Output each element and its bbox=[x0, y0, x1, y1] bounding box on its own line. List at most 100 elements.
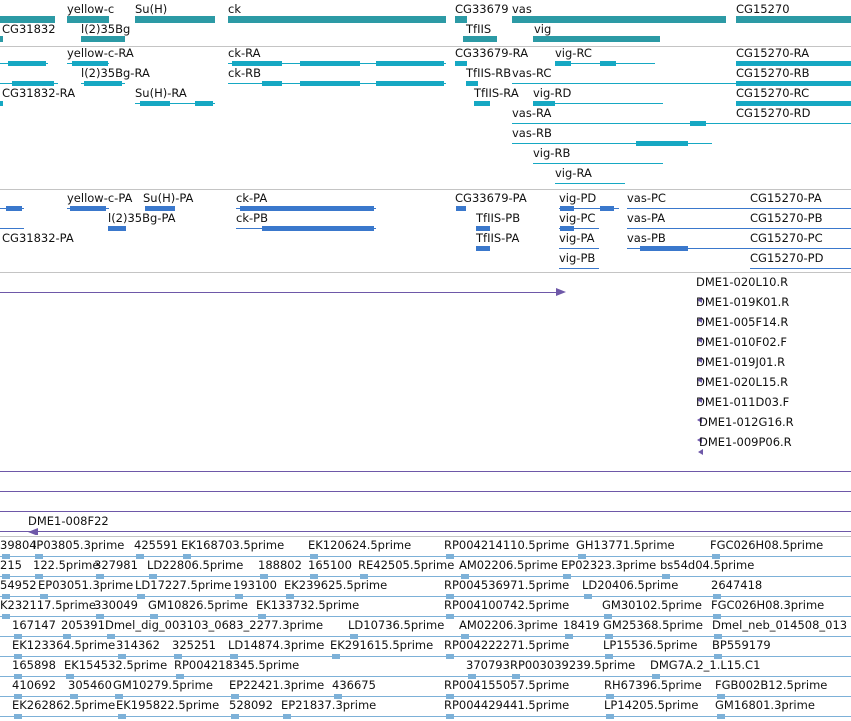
est-label[interactable]: RP004536971.5prime bbox=[444, 579, 569, 592]
est-label[interactable]: 305460 bbox=[68, 679, 112, 692]
transcript-label[interactable]: ck-RA bbox=[228, 47, 261, 60]
transcript-label[interactable]: CG15270-RA bbox=[736, 47, 809, 60]
est-label[interactable]: 314362 bbox=[116, 639, 160, 652]
gene-label[interactable]: CG15270 bbox=[736, 3, 790, 16]
exon[interactable] bbox=[636, 141, 688, 146]
transcript-label[interactable]: TfIIS-RB bbox=[466, 67, 511, 80]
transcript-label[interactable]: vig-RB bbox=[533, 147, 570, 160]
est-label[interactable]: 330049 bbox=[94, 599, 138, 612]
protein-label[interactable]: vig-PA bbox=[559, 232, 595, 245]
est-label[interactable]: 370793 bbox=[466, 659, 510, 672]
est-label[interactable]: DMG7A.2_1.L15.C1 bbox=[650, 659, 760, 672]
est-mark[interactable] bbox=[446, 714, 454, 719]
est-label[interactable]: GM10279.5prime bbox=[113, 679, 213, 692]
est-label[interactable]: EK262862.5prime bbox=[12, 699, 115, 712]
est-label[interactable]: FGC026H08.3prime bbox=[711, 599, 824, 612]
cds[interactable] bbox=[640, 246, 688, 251]
cds[interactable] bbox=[70, 206, 106, 211]
gene-label[interactable]: CG31832 bbox=[2, 23, 56, 36]
est-label[interactable]: Dmel_dig_003103_0683_2277.3prime bbox=[105, 619, 323, 632]
gene-bar[interactable] bbox=[228, 16, 446, 23]
est-label[interactable]: 410692 bbox=[12, 679, 56, 692]
protein-label[interactable]: vig-PD bbox=[559, 192, 596, 205]
transcript-label[interactable]: CG15270-RB bbox=[736, 67, 810, 80]
clone-label[interactable]: DME1-005F14.R bbox=[696, 316, 788, 329]
est-label[interactable]: AM02206.3prime bbox=[459, 619, 558, 632]
transcript-label[interactable]: vig-RD bbox=[533, 87, 571, 100]
est-label[interactable]: EK195822.5prime bbox=[116, 699, 219, 712]
protein-label[interactable]: vas-PA bbox=[627, 212, 665, 225]
est-mark[interactable] bbox=[14, 714, 22, 719]
clone-label[interactable]: DME1-011D03.F bbox=[696, 396, 789, 409]
gene-label[interactable]: TfIIS bbox=[466, 23, 491, 36]
est-label[interactable]: LD20406.5prime bbox=[582, 579, 678, 592]
est-label[interactable]: EK123364.5prime bbox=[12, 639, 115, 652]
est-label[interactable]: GH13771.5prime bbox=[576, 539, 675, 552]
est-label[interactable]: 193100 bbox=[233, 579, 277, 592]
protein-label[interactable]: CG15270-PD bbox=[750, 252, 823, 265]
est-label[interactable]: LD17227.5prime bbox=[135, 579, 231, 592]
est-label[interactable]: LD22806.5prime bbox=[147, 559, 243, 572]
clone-label[interactable]: DME1-008F22 bbox=[28, 515, 109, 528]
est-mark[interactable] bbox=[137, 594, 145, 599]
est-label[interactable]: 436675 bbox=[332, 679, 376, 692]
cds[interactable] bbox=[262, 226, 374, 231]
est-label[interactable]: LP15536.5prime bbox=[603, 639, 697, 652]
est-label[interactable]: 122.5prime bbox=[33, 559, 99, 572]
exon[interactable] bbox=[84, 81, 122, 86]
exon[interactable] bbox=[376, 81, 444, 86]
protein-label[interactable]: vas-PB bbox=[627, 232, 666, 245]
transcript-label[interactable]: vas-RC bbox=[512, 67, 551, 80]
est-label[interactable]: 2647418 bbox=[711, 579, 762, 592]
est-label[interactable]: GM25368.5prime bbox=[603, 619, 703, 632]
est-label[interactable]: 167147 bbox=[12, 619, 56, 632]
protein-label[interactable]: CG31832-PA bbox=[2, 232, 74, 245]
est-label[interactable]: RP004155057.5prime bbox=[444, 679, 569, 692]
est-mark[interactable] bbox=[446, 654, 454, 659]
exon[interactable] bbox=[300, 81, 360, 86]
clone-label[interactable]: DME1-010F02.F bbox=[696, 336, 787, 349]
clone-arrow-right[interactable] bbox=[556, 288, 566, 296]
exon[interactable] bbox=[0, 101, 3, 106]
transcript-label[interactable]: CG15270-RC bbox=[736, 87, 809, 100]
est-label[interactable]: EK120624.5prime bbox=[308, 539, 411, 552]
est-label[interactable]: 18419 bbox=[563, 619, 600, 632]
protein-label[interactable]: vas-PC bbox=[627, 192, 666, 205]
protein-label[interactable]: TfIIS-PA bbox=[476, 232, 519, 245]
clone-arrow-left[interactable] bbox=[28, 528, 38, 535]
est-mark[interactable] bbox=[332, 654, 340, 659]
est-label[interactable]: bs54d04.5prime bbox=[660, 559, 754, 572]
est-label[interactable]: RE42505.5prime bbox=[358, 559, 454, 572]
gene-bar[interactable] bbox=[533, 36, 660, 42]
est-label[interactable]: RP004429441.5prime bbox=[444, 699, 569, 712]
exon[interactable] bbox=[140, 101, 170, 106]
exon[interactable] bbox=[376, 61, 444, 66]
est-label[interactable]: FGC026H08.5prime bbox=[710, 539, 823, 552]
exon[interactable] bbox=[262, 81, 282, 86]
est-label[interactable]: RH67396.5prime bbox=[604, 679, 702, 692]
est-label[interactable]: AM02206.5prime bbox=[459, 559, 558, 572]
clone-label[interactable]: DME1-019K01.R bbox=[696, 296, 789, 309]
transcript-label[interactable]: vig-RA bbox=[555, 167, 592, 180]
exon[interactable] bbox=[300, 61, 360, 66]
transcript-label[interactable]: CG31832-RA bbox=[2, 87, 75, 100]
clone-label[interactable]: DME1-009P06.R bbox=[699, 436, 792, 449]
est-label[interactable]: GM16801.3prime bbox=[715, 699, 815, 712]
protein-label[interactable]: CG15270-PB bbox=[750, 212, 823, 225]
gene-bar[interactable] bbox=[0, 36, 3, 42]
transcript-label[interactable]: CG33679-RA bbox=[455, 47, 528, 60]
est-label[interactable]: 54952 bbox=[0, 579, 37, 592]
protein-label[interactable]: CG15270-PA bbox=[750, 192, 822, 205]
cds[interactable] bbox=[600, 206, 614, 211]
est-label[interactable]: 425591 bbox=[134, 539, 178, 552]
clone-arrow-left[interactable] bbox=[698, 449, 703, 455]
est-mark[interactable] bbox=[283, 714, 291, 719]
est-label[interactable]: GM10826.5prime bbox=[148, 599, 248, 612]
cds[interactable] bbox=[6, 206, 22, 211]
est-mark[interactable] bbox=[717, 714, 725, 719]
protein-label[interactable]: CG15270-PC bbox=[750, 232, 823, 245]
gene-bar[interactable] bbox=[135, 16, 215, 23]
transcript-label[interactable]: CG15270-RD bbox=[736, 107, 811, 120]
gene-label[interactable]: ck bbox=[228, 3, 241, 16]
gene-bar[interactable] bbox=[81, 36, 125, 42]
